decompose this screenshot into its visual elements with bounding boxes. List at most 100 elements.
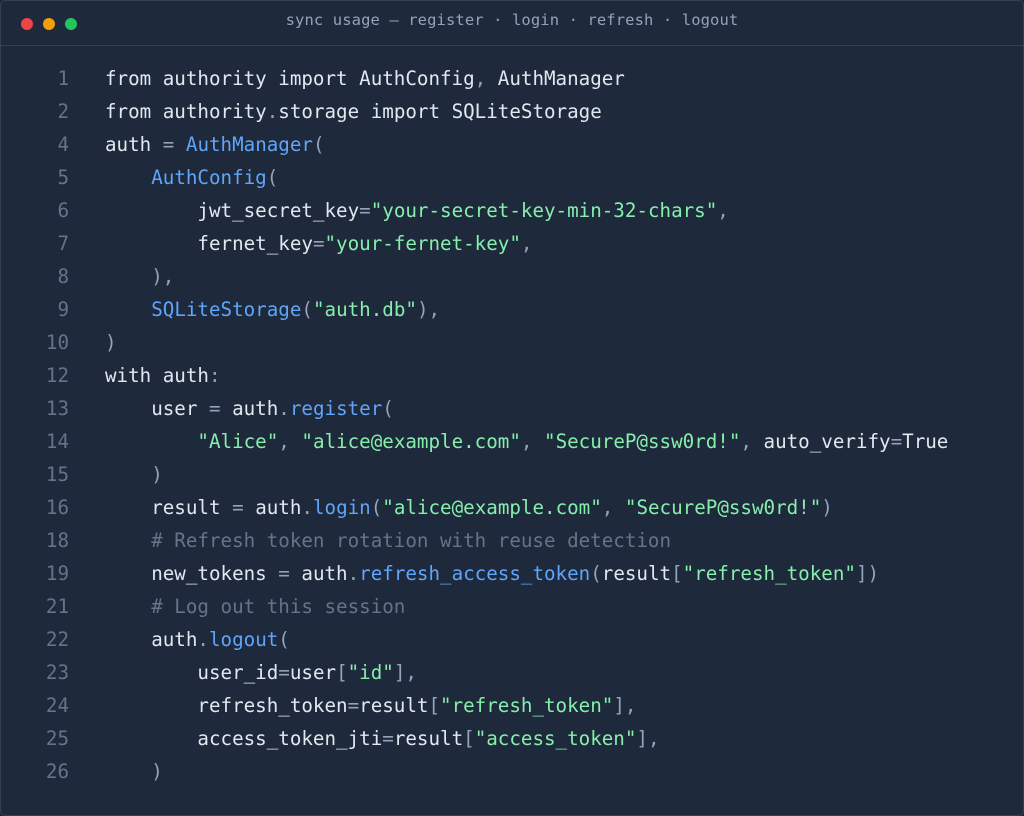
code-token: logout [208, 628, 279, 651]
code-token: register [289, 397, 383, 420]
code-line: 10) [1, 326, 1023, 359]
code-token: . [197, 628, 209, 651]
code-line: 4 auth = AuthManager( [1, 128, 1023, 161]
code-token: "refresh_token" [682, 562, 856, 585]
code-token: , [717, 199, 729, 222]
code-token: auth [105, 133, 163, 156]
line-content: user_id=user["id"], [105, 656, 417, 689]
code-token: ) [105, 760, 163, 783]
code-token: ), [416, 298, 441, 321]
line-content: new_tokens = auth.refresh_access_token(r… [105, 557, 879, 590]
line-content: SQLiteStorage("auth.db"), [105, 293, 440, 326]
code-line: 12 with auth: [1, 359, 1023, 392]
code-token: . [301, 496, 313, 519]
line-content: ) [105, 458, 163, 491]
code-token: AuthManager [185, 133, 313, 156]
code-token: ( [382, 397, 394, 420]
line-number: 16 [45, 496, 69, 519]
code-token: ( [278, 628, 290, 651]
code-line: 6 jwt_secret_key="your-secret-key-min-32… [1, 194, 1023, 227]
line-content: AuthConfig( [105, 161, 278, 194]
line-content: # Refresh token rotation with reuse dete… [105, 524, 671, 557]
line-number: 21 [45, 595, 69, 618]
code-token: = [232, 496, 244, 519]
code-token: "SecureP@ssw0rd!" [624, 496, 822, 519]
line-number: 4 [57, 133, 69, 156]
code-token: fernet_key [105, 232, 313, 255]
code-token: ( [590, 562, 602, 585]
code-token: "refresh_token" [440, 694, 614, 717]
code-line: 25 access_token_jti=result["access_token… [1, 722, 1023, 755]
line-number: 10 [45, 331, 69, 354]
code-token: True [902, 430, 949, 453]
code-line: 7 fernet_key="your-fernet-key", [1, 227, 1023, 260]
line-content: result = auth.login("alice@example.com",… [105, 491, 833, 524]
code-token: "your-fernet-key" [324, 232, 521, 255]
title-bar: sync usage — register · login · refresh … [1, 1, 1023, 46]
code-window: sync usage — register · login · refresh … [0, 0, 1024, 816]
line-number: 7 [57, 232, 69, 255]
code-token: "id" [347, 661, 394, 684]
code-line: 1 from authority import AuthConfig, AuthM… [1, 62, 1023, 95]
code-token: new_tokens [105, 562, 279, 585]
code-token: : [208, 364, 221, 387]
line-content: fernet_key="your-fernet-key", [105, 227, 532, 260]
code-token: with auth [105, 364, 209, 387]
code-token: user_id [105, 661, 279, 684]
code-token: ], [636, 727, 660, 750]
code-token: = [890, 430, 903, 453]
line-content: # Log out this session [105, 590, 405, 623]
code-line: 23 user_id=user["id"], [1, 656, 1023, 689]
code-token: . [278, 397, 290, 420]
code-token: ], [393, 661, 417, 684]
code-token: result [393, 727, 464, 750]
code-token: "Alice" [197, 430, 279, 453]
line-content: ), [105, 260, 174, 293]
line-number: 9 [57, 298, 69, 321]
line-number: 8 [57, 265, 69, 288]
code-line: 18 # Refresh token rotation with reuse d… [1, 524, 1023, 557]
code-token: refresh_access_token [359, 562, 591, 585]
line-content: with auth: [105, 359, 221, 392]
code-line: 8 ), [1, 260, 1023, 293]
line-content: auth = AuthManager( [105, 128, 325, 161]
code-token: = [359, 199, 371, 222]
code-token: refresh_token [105, 694, 348, 717]
code-token: "your-secret-key-min-32-chars" [370, 199, 718, 222]
line-content: access_token_jti=result["access_token"], [105, 722, 660, 755]
code-token: = [347, 694, 360, 717]
code-token: auto_verify [763, 430, 891, 453]
code-token: AuthManager [486, 67, 625, 90]
line-number: 26 [45, 760, 69, 783]
code-token: SQLiteStorage [151, 298, 302, 321]
code-line: 13 user = auth.register( [1, 392, 1023, 425]
line-content: refresh_token=result["refresh_token"], [105, 689, 636, 722]
line-content: user = auth.register( [105, 392, 394, 425]
code-token: [ [336, 661, 348, 684]
code-token: # Refresh token rotation with reuse dete… [105, 529, 672, 552]
line-number: 23 [45, 661, 69, 684]
line-number: 12 [45, 364, 69, 387]
code-token: result [601, 562, 672, 585]
code-token: result [105, 496, 233, 519]
code-token: "SecureP@ssw0rd!" [544, 430, 741, 453]
code-token: AuthConfig [151, 166, 267, 189]
code-block: 1 from authority import AuthConfig, AuthM… [1, 62, 1023, 788]
code-token: from authority [105, 100, 267, 123]
code-token: storage import SQLiteStorage [278, 100, 602, 123]
line-content: jwt_secret_key="your-secret-key-min-32-c… [105, 194, 729, 227]
code-token: access_token_jti [105, 727, 383, 750]
code-token: ), [105, 265, 175, 288]
code-token: ) [105, 463, 163, 486]
code-line: 2 from authority.storage import SQLiteSto… [1, 95, 1023, 128]
code-line: 22 auth.logout( [1, 623, 1023, 656]
line-number: 25 [45, 727, 69, 750]
line-content: from authority import AuthConfig, AuthMa… [105, 62, 625, 95]
line-content: auth.logout( [105, 623, 290, 656]
code-token: from authority import AuthConfig [105, 67, 475, 90]
code-line: 24 refresh_token=result["refresh_token"]… [1, 689, 1023, 722]
code-token: ( [301, 298, 313, 321]
code-token: ) [821, 496, 833, 519]
